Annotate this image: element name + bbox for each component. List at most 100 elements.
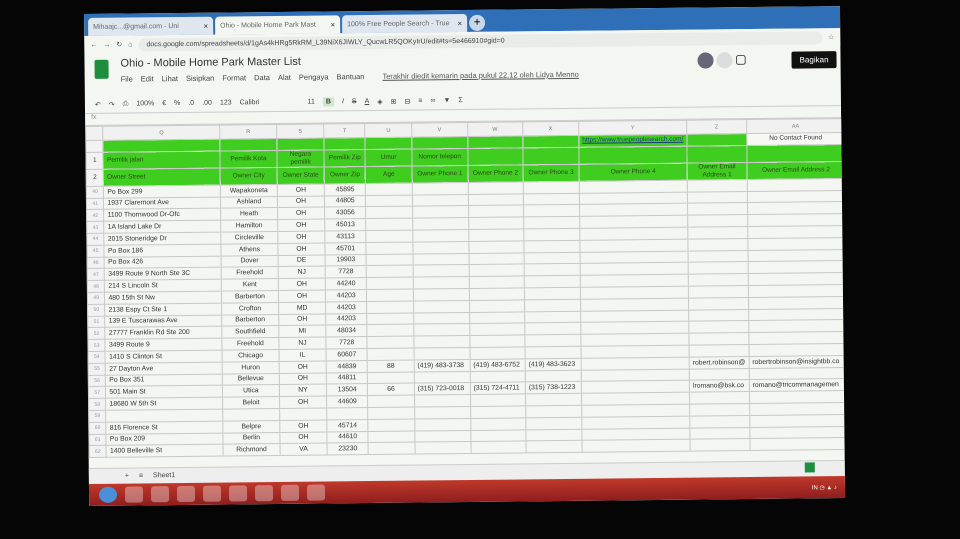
cell[interactable]: 1400 Belleville St	[106, 444, 224, 458]
cell[interactable]	[468, 252, 525, 265]
cell[interactable]: (315) 724-4711	[470, 382, 526, 395]
cell[interactable]	[687, 214, 748, 228]
new-tab-button[interactable]: +	[469, 14, 486, 31]
cell[interactable]: Barberton	[221, 290, 279, 303]
cell[interactable]	[469, 323, 525, 336]
cell[interactable]	[412, 182, 469, 195]
browser-tab-sheet[interactable]: Ohio - Mobile Home Park Mast ×	[215, 15, 341, 35]
cell[interactable]	[366, 230, 413, 243]
cell[interactable]	[748, 319, 846, 333]
cell[interactable]: 44610	[326, 431, 369, 444]
merge-icon[interactable]: ⊟	[404, 97, 410, 105]
cell[interactable]: NY	[279, 384, 327, 397]
menu-view[interactable]: Lihat	[162, 74, 178, 83]
cell[interactable]: VA	[279, 443, 328, 456]
taskbar-app-icon[interactable]	[228, 485, 248, 502]
cell[interactable]: Utica	[222, 384, 280, 398]
cell[interactable]: romano@tricommanagemen	[749, 378, 846, 392]
cell[interactable]	[748, 284, 846, 298]
cell[interactable]: 43056	[324, 206, 367, 220]
cell[interactable]	[412, 229, 469, 242]
cell[interactable]: Barberton	[221, 314, 279, 327]
add-sheet-button[interactable]: +	[125, 473, 129, 480]
cell[interactable]	[747, 213, 846, 227]
cell[interactable]	[365, 194, 413, 207]
cell[interactable]	[524, 287, 581, 300]
header-cell[interactable]: Owner City	[220, 167, 278, 185]
cell[interactable]	[747, 272, 846, 286]
cell[interactable]: OH	[278, 289, 326, 303]
cell[interactable]	[412, 241, 469, 254]
cell[interactable]: OH	[277, 207, 325, 220]
cell[interactable]: 44811	[326, 372, 368, 385]
cell[interactable]	[412, 253, 469, 266]
cell[interactable]: 44240	[325, 277, 367, 290]
cell[interactable]: Chicago	[221, 349, 280, 362]
cell[interactable]	[748, 296, 846, 310]
cell[interactable]	[368, 442, 415, 455]
cell[interactable]	[367, 324, 414, 337]
cell[interactable]	[524, 346, 582, 359]
cell[interactable]: Hamilton	[220, 219, 278, 233]
cell[interactable]: OH	[279, 419, 327, 433]
cell[interactable]	[222, 408, 280, 421]
header-cell[interactable]: Owner Phone 4	[578, 162, 688, 182]
cell[interactable]	[524, 299, 581, 312]
header-cell[interactable]	[219, 138, 277, 151]
header-cell[interactable]: Owner Email Address 1	[687, 162, 747, 180]
cell[interactable]: robertrobinson@insightbb.co	[748, 355, 846, 369]
cell[interactable]: (315) 738-1223	[525, 381, 582, 395]
cell[interactable]	[414, 441, 471, 455]
taskbar-app-icon[interactable]	[202, 485, 222, 502]
cell[interactable]: OH	[277, 230, 325, 244]
cell[interactable]	[687, 202, 748, 216]
cell[interactable]	[412, 205, 469, 219]
cell[interactable]: 43113	[324, 230, 367, 243]
cell[interactable]: 45895	[324, 183, 366, 196]
cell[interactable]: OH	[278, 313, 326, 326]
cell[interactable]	[367, 371, 415, 384]
cell[interactable]: Circleville	[220, 231, 278, 244]
cell[interactable]: 44839	[326, 360, 368, 373]
cell[interactable]	[412, 217, 469, 231]
cell[interactable]	[366, 300, 414, 314]
cell[interactable]	[367, 336, 414, 349]
cell[interactable]	[749, 437, 846, 451]
decrease-decimal-button[interactable]: .0	[188, 100, 194, 107]
cell[interactable]	[412, 194, 469, 207]
header-cell[interactable]	[276, 137, 325, 151]
cell[interactable]	[469, 346, 526, 360]
close-icon[interactable]: ×	[330, 20, 335, 29]
taskbar-app-icon[interactable]	[280, 484, 300, 501]
cell[interactable]	[688, 261, 748, 275]
cell[interactable]	[523, 216, 580, 229]
cell[interactable]	[747, 260, 846, 274]
cell[interactable]: 13504	[326, 383, 368, 397]
cell[interactable]	[749, 402, 846, 416]
strikethrough-button[interactable]: S	[352, 98, 357, 105]
increase-decimal-button[interactable]: .00	[202, 100, 212, 107]
cell[interactable]: 66	[367, 383, 415, 396]
cell[interactable]	[326, 407, 369, 420]
cell[interactable]: Beloit	[222, 396, 280, 410]
cell[interactable]	[690, 438, 750, 452]
cell[interactable]: 88	[367, 359, 414, 373]
cell[interactable]: 44203	[325, 313, 368, 326]
cell[interactable]	[279, 407, 327, 421]
taskbar-app-icon[interactable]	[150, 486, 170, 503]
cell[interactable]	[688, 297, 749, 310]
header-cell[interactable]: Owner Phone 2	[467, 164, 524, 183]
italic-button[interactable]: I	[342, 98, 344, 105]
cell[interactable]	[470, 429, 526, 442]
cell[interactable]: 44203	[325, 301, 368, 314]
number-format-select[interactable]: 123	[220, 99, 232, 106]
cell[interactable]: Southfield	[221, 325, 279, 339]
column-header[interactable]: Y	[578, 120, 687, 136]
cell[interactable]	[414, 394, 471, 407]
header-cell[interactable]: Nomor telepon	[411, 148, 468, 166]
header-cell[interactable]: Owner Phone 3	[523, 164, 580, 182]
cell[interactable]	[747, 237, 846, 251]
cell[interactable]	[748, 343, 846, 357]
star-icon[interactable]: ☆	[828, 33, 834, 41]
cell[interactable]	[470, 441, 527, 454]
